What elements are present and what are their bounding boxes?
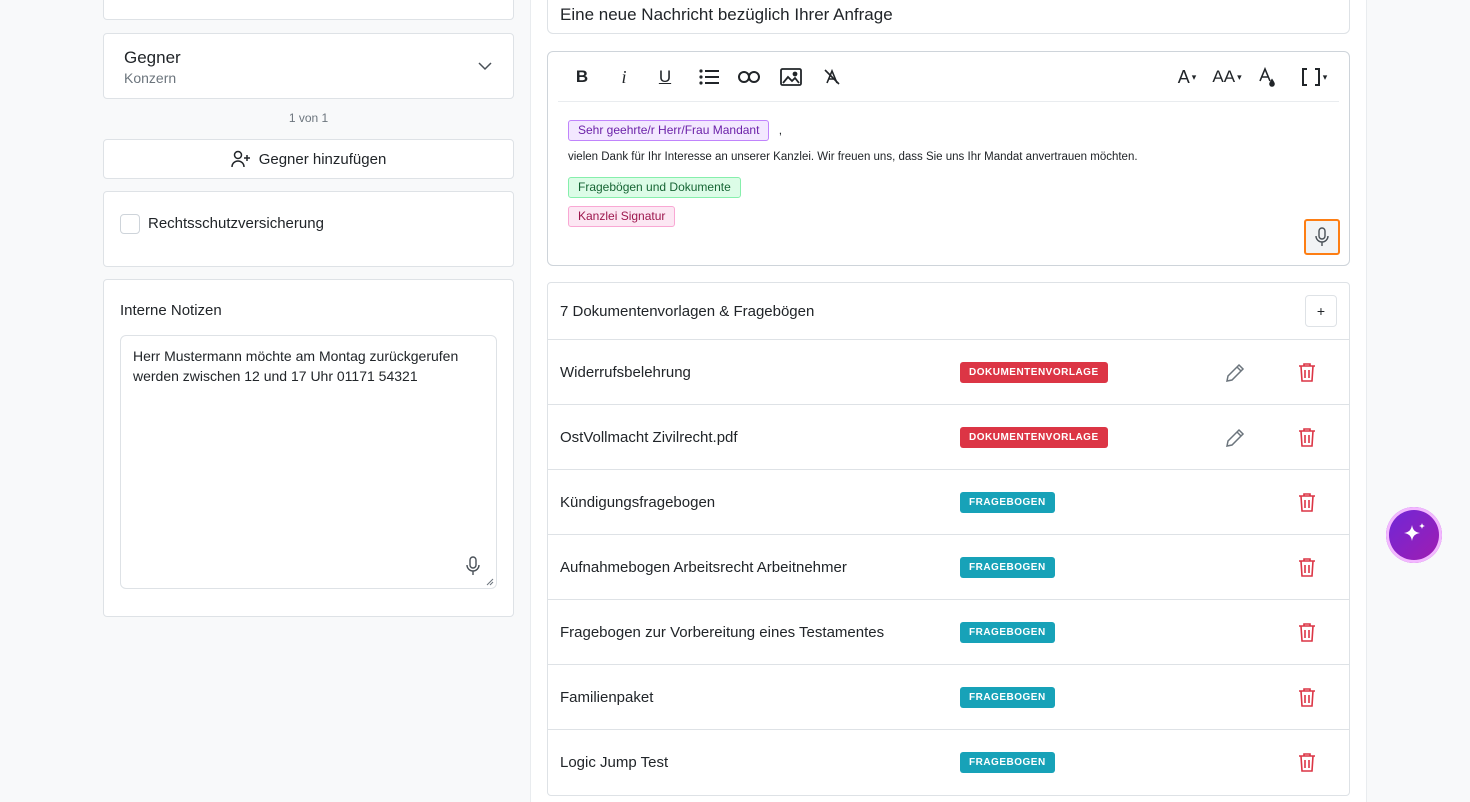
microphone-icon	[1315, 227, 1329, 246]
list-icon	[699, 69, 719, 85]
add-gegner-button[interactable]: Gegner hinzufügen	[103, 139, 514, 179]
resize-grip-icon[interactable]	[486, 578, 494, 586]
notes-card: Interne Notizen Herr Mustermann möchte a…	[103, 279, 514, 617]
notes-label: Interne Notizen	[120, 302, 222, 319]
trash-icon[interactable]	[1296, 686, 1318, 708]
text-color-icon	[1259, 67, 1275, 87]
add-gegner-label: Gegner hinzufügen	[258, 150, 387, 168]
document-row[interactable]: OstVollmacht Zivilrecht.pdf DOKUMENTENVOR…	[548, 405, 1349, 470]
greeting-suffix: ,	[778, 123, 783, 137]
document-row[interactable]: Widerrufsbelehrung DOKUMENTENVORLAGE	[548, 340, 1349, 405]
bold-button[interactable]: B	[572, 65, 592, 89]
ai-assistant-button[interactable]	[1386, 507, 1442, 563]
brackets-icon	[1301, 68, 1320, 86]
pencil-icon[interactable]	[1224, 362, 1246, 384]
sparkles-icon	[1404, 523, 1425, 541]
documents-list: Widerrufsbelehrung DOKUMENTENVORLAGE OstVo…	[548, 340, 1349, 795]
rechtsschutz-label: Rechtsschutzversicherung	[148, 215, 324, 232]
document-name: Aufnahmebogen Arbeitsrecht Arbeitnehmer	[560, 558, 847, 576]
document-name: Fragebogen zur Vorbereitung eines Testam…	[560, 623, 885, 641]
link-button[interactable]	[737, 65, 761, 89]
trash-icon[interactable]	[1296, 361, 1318, 383]
documents-title: 7 Dokumentenvorlagen & Fragebögen	[560, 302, 815, 320]
microphone-icon[interactable]	[464, 556, 482, 576]
trash-icon[interactable]	[1296, 621, 1318, 643]
pager-text: 1 von 1	[288, 111, 329, 125]
gegner-title: Gegner	[124, 48, 181, 67]
document-type-badge: FRAGEBOGEN	[960, 752, 1055, 773]
message-editor[interactable]: B i U A ▾ AA ▾ ▾ Sehr geehrte/r Herr/Frau …	[547, 51, 1350, 266]
documents-card: 7 Dokumentenvorlagen & Fragebögen + Wide…	[547, 282, 1350, 796]
document-row[interactable]: Fragebogen zur Vorbereitung eines Testam…	[548, 600, 1349, 665]
document-row[interactable]: Kündigungsfragebogen FRAGEBOGEN	[548, 470, 1349, 535]
documents-header: 7 Dokumentenvorlagen & Fragebögen +	[548, 283, 1349, 340]
trash-icon[interactable]	[1296, 426, 1318, 448]
clear-format-button[interactable]	[822, 65, 842, 89]
gegner-card[interactable]: Gegner Konzern	[103, 33, 514, 99]
trash-icon[interactable]	[1296, 491, 1318, 513]
image-button[interactable]	[779, 65, 803, 89]
document-type-badge: FRAGEBOGEN	[960, 622, 1055, 643]
caret-icon: ▾	[1237, 71, 1242, 82]
rechtsschutz-checkbox[interactable]	[120, 214, 140, 234]
link-icon	[738, 71, 760, 83]
font-case-button[interactable]: AA ▾	[1210, 65, 1244, 89]
trash-icon[interactable]	[1296, 751, 1318, 773]
placeholder-button[interactable]: ▾	[1297, 65, 1331, 89]
document-name: Widerrufsbelehrung	[560, 363, 691, 381]
editor-toolbar: B i U A ▾ AA ▾ ▾	[558, 52, 1339, 102]
signature-placeholder-tag[interactable]: Kanzlei Signatur	[568, 206, 676, 227]
image-icon	[780, 68, 802, 86]
font-size-label: A	[1177, 66, 1190, 87]
subject-text: Eine neue Nachricht bezüglich Ihrer Anfr…	[560, 5, 893, 24]
text-color-button[interactable]	[1256, 65, 1278, 89]
document-type-badge: DOKUMENTENVORLAGE	[960, 362, 1108, 383]
gegner-subtitle: Konzern	[124, 70, 177, 86]
documents-placeholder-tag[interactable]: Fragebögen und Dokumente	[568, 177, 741, 198]
italic-button[interactable]: i	[614, 65, 634, 89]
document-name: Kündigungsfragebogen	[560, 493, 716, 511]
document-name: OstVollmacht Zivilrecht.pdf	[560, 428, 738, 446]
document-row[interactable]: Familienpaket FRAGEBOGEN	[548, 665, 1349, 730]
document-name: Familienpaket	[560, 688, 654, 706]
document-type-badge: DOKUMENTENVORLAGE	[960, 427, 1108, 448]
document-row[interactable]: Aufnahmebogen Arbeitsrecht Arbeitnehmer F…	[548, 535, 1349, 600]
clear-format-icon	[824, 68, 840, 85]
bullet-list-button[interactable]	[697, 65, 721, 89]
previous-card	[103, 0, 514, 20]
pencil-icon[interactable]	[1224, 427, 1246, 449]
rechtsschutz-card: Rechtsschutzversicherung	[103, 191, 514, 267]
font-size-button[interactable]: A ▾	[1172, 65, 1202, 89]
subject-input[interactable]: Eine neue Nachricht bezüglich Ihrer Anfr…	[547, 0, 1350, 34]
document-type-badge: FRAGEBOGEN	[960, 687, 1055, 708]
add-document-button[interactable]: +	[1305, 295, 1337, 327]
greeting-placeholder-tag[interactable]: Sehr geehrte/r Herr/Frau Mandant	[568, 120, 770, 141]
font-case-label: AA	[1212, 67, 1236, 86]
trash-icon[interactable]	[1296, 556, 1318, 578]
notes-text: Herr Mustermann möchte am Montag zurückg…	[133, 348, 459, 384]
dictation-button[interactable]	[1304, 219, 1340, 255]
document-type-badge: FRAGEBOGEN	[960, 492, 1055, 513]
underline-button[interactable]: U	[655, 65, 675, 89]
document-name: Logic Jump Test	[560, 754, 669, 771]
caret-icon: ▾	[1191, 71, 1197, 82]
body-text: vielen Dank für Ihr Interesse an unserer…	[568, 151, 1138, 163]
document-type-badge: FRAGEBOGEN	[960, 557, 1055, 578]
chevron-down-icon[interactable]	[477, 58, 493, 74]
caret-icon: ▾	[1322, 71, 1328, 82]
document-row[interactable]: Logic Jump Test FRAGEBOGEN	[548, 730, 1349, 795]
user-plus-icon	[230, 150, 250, 168]
notes-textarea[interactable]: Herr Mustermann möchte am Montag zurückg…	[120, 335, 497, 589]
